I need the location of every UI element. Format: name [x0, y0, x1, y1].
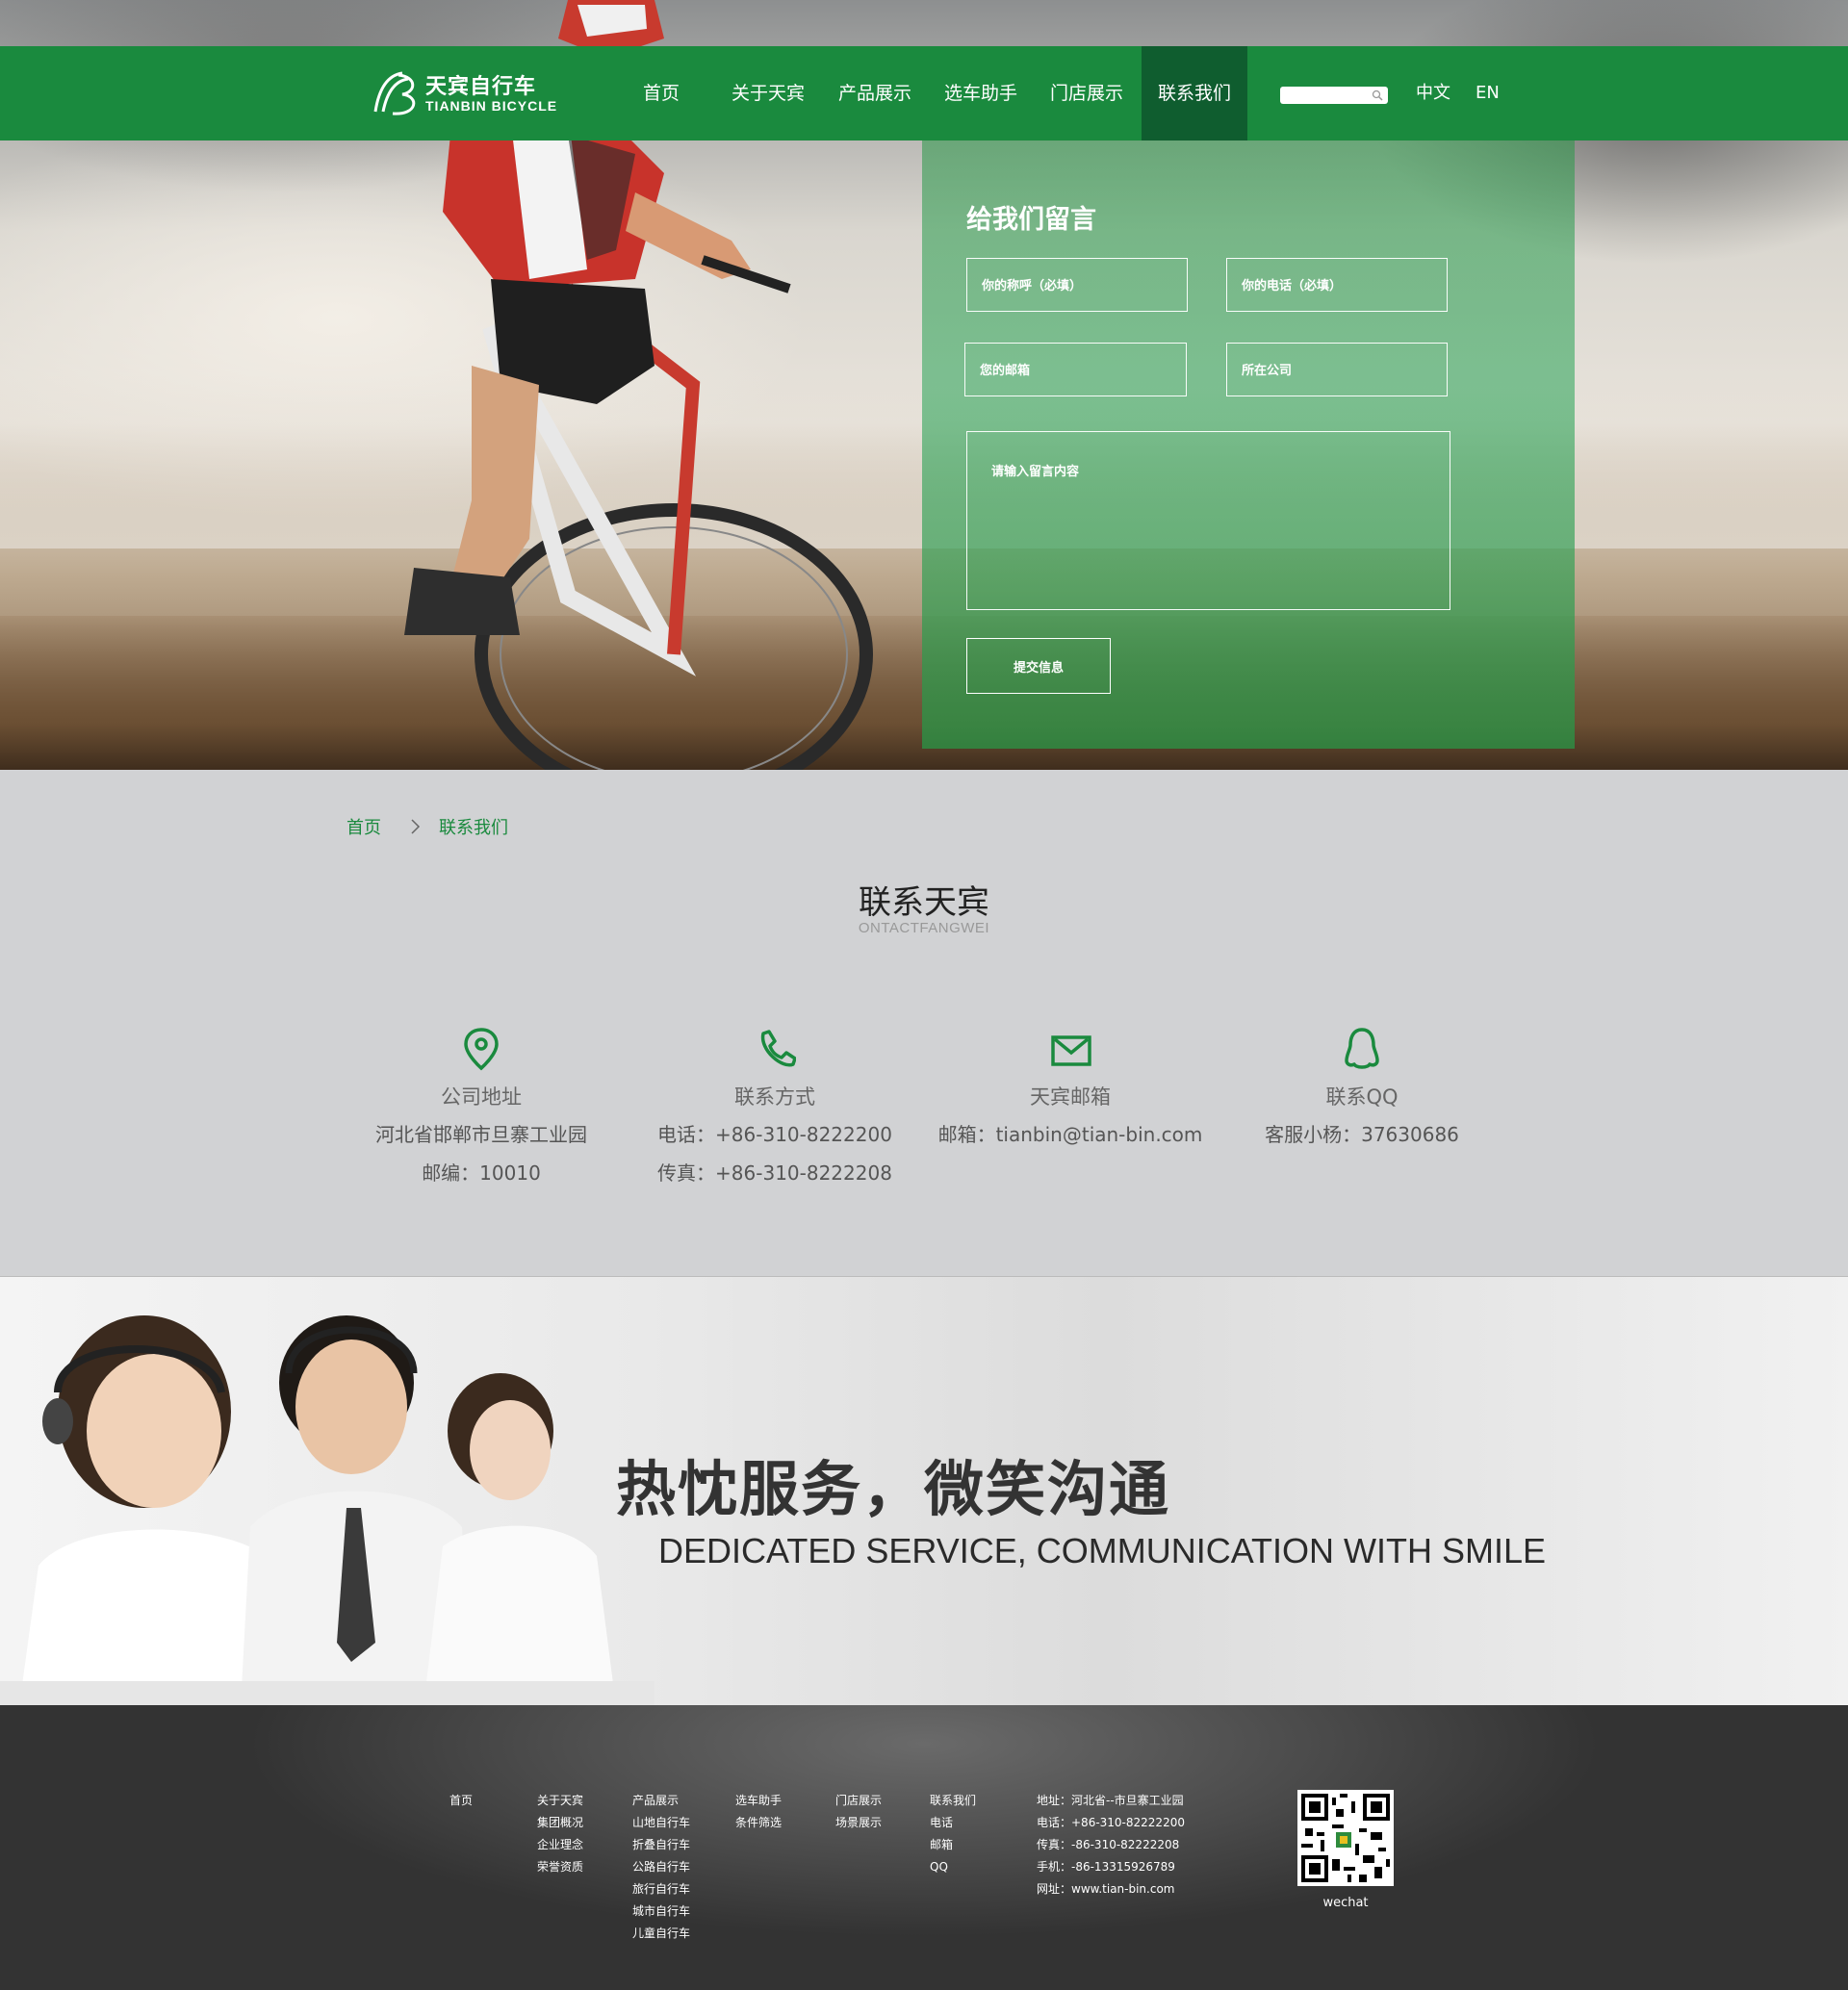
- contact-card-email: 天宾邮箱 邮箱：tianbin@tian-bin.com: [916, 1026, 1224, 1149]
- footer-column-bike-guide: 选车助手 条件筛选: [735, 1790, 782, 1834]
- site-logo[interactable]: 天宾自行车 TIANBIN BICYCLE: [370, 67, 581, 119]
- message-form-panel: 给我们留言 提交信息: [922, 140, 1575, 749]
- footer-column-home: 首页: [449, 1790, 473, 1812]
- footer: 首页 关于天宾 集团概况 企业理念 荣誉资质 产品展示 山地自行车 折叠自行车 …: [0, 1705, 1848, 1990]
- phone-input[interactable]: [1227, 259, 1447, 311]
- footer-link[interactable]: 儿童自行车: [632, 1923, 690, 1945]
- contact-section: 首页 联系我们 联系天宾 ONTACTFANGWEI 公司地址 河北省邯郸市旦寨…: [0, 770, 1848, 1276]
- service-banner: 热忱服务，微笑沟通 DEDICATED SERVICE, COMMUNICATI…: [0, 1276, 1848, 1705]
- footer-link[interactable]: 集团概况: [537, 1812, 583, 1834]
- nav-item-about[interactable]: 关于天宾: [718, 46, 818, 140]
- section-title: 联系天宾: [859, 883, 989, 922]
- footer-link[interactable]: 条件筛选: [735, 1812, 782, 1834]
- message-field-wrapper: [966, 431, 1450, 610]
- company-input[interactable]: [1227, 344, 1447, 395]
- card-title: 联系方式: [734, 1085, 815, 1109]
- card-line: 客服小杨：37630686: [1265, 1123, 1459, 1146]
- qr-code-icon: [1301, 1794, 1390, 1882]
- chevron-right-icon: [411, 819, 421, 834]
- footer-link[interactable]: QQ: [930, 1856, 976, 1878]
- banner-headline-en: DEDICATED SERVICE, COMMUNICATION WITH SM…: [658, 1531, 1547, 1570]
- card-line: 电话：+86-310-8222200: [657, 1123, 892, 1146]
- contact-card-qq: 联系QQ 客服小杨：37630686: [1208, 1026, 1516, 1149]
- footer-link[interactable]: 首页: [449, 1790, 473, 1812]
- lang-switch-cn[interactable]: 中文: [1416, 46, 1450, 140]
- search-box: [1280, 87, 1388, 104]
- phone-field-wrapper: [1226, 258, 1448, 312]
- footer-column-stores: 门店展示 场景展示: [835, 1790, 882, 1834]
- logo-text-cn: 天宾自行车: [425, 75, 537, 99]
- nav-item-stores[interactable]: 门店展示: [1037, 46, 1137, 140]
- footer-contact-line: 地址：河北省--市旦寨工业园: [1037, 1794, 1184, 1807]
- footer-link[interactable]: 联系我们: [930, 1790, 976, 1812]
- footer-contact-line: 传真：-86-310-82222208: [1037, 1838, 1180, 1851]
- card-line: 邮编：10010: [422, 1161, 541, 1185]
- nav-item-home[interactable]: 首页: [626, 46, 697, 140]
- footer-link[interactable]: 关于天宾: [537, 1790, 583, 1812]
- location-pin-icon: [464, 1028, 499, 1071]
- nav-item-products[interactable]: 产品展示: [825, 46, 925, 140]
- footer-link[interactable]: 门店展示: [835, 1790, 882, 1812]
- footer-column-products: 产品展示 山地自行车 折叠自行车 公路自行车 旅行自行车 城市自行车 儿童自行车: [632, 1790, 690, 1945]
- footer-link[interactable]: 荣誉资质: [537, 1856, 583, 1878]
- breadcrumb-home[interactable]: 首页: [346, 814, 381, 839]
- email-field-wrapper: [964, 343, 1187, 396]
- footer-contact-line[interactable]: 网址：www.tian-bin.com: [1037, 1878, 1185, 1901]
- footer-link[interactable]: 邮箱: [930, 1834, 976, 1856]
- footer-link[interactable]: 选车助手: [735, 1790, 782, 1812]
- footer-link[interactable]: 场景展示: [835, 1812, 882, 1834]
- nav-item-bike-guide[interactable]: 选车助手: [931, 46, 1031, 140]
- qq-icon: [1345, 1028, 1379, 1069]
- card-title: 天宾邮箱: [1030, 1085, 1111, 1109]
- nav-item-contact[interactable]: 联系我们: [1142, 46, 1247, 140]
- card-line: 邮箱：tianbin@tian-bin.com: [937, 1123, 1203, 1146]
- card-title: 联系QQ: [1325, 1085, 1399, 1109]
- footer-link[interactable]: 公路自行车: [632, 1856, 690, 1878]
- footer-link[interactable]: 城市自行车: [632, 1901, 690, 1923]
- breadcrumb-current[interactable]: 联系我们: [439, 814, 508, 839]
- submit-button[interactable]: 提交信息: [966, 638, 1111, 694]
- email-input[interactable]: [965, 344, 1186, 395]
- form-title: 给我们留言: [966, 205, 1096, 235]
- company-field-wrapper: [1226, 343, 1448, 396]
- mail-icon: [1051, 1035, 1091, 1066]
- footer-link[interactable]: 企业理念: [537, 1834, 583, 1856]
- footer-column-about: 关于天宾 集团概况 企业理念 荣誉资质: [537, 1790, 583, 1878]
- footer-link[interactable]: 电话: [930, 1812, 976, 1834]
- footer-link[interactable]: 旅行自行车: [632, 1878, 690, 1901]
- lang-switch-en[interactable]: EN: [1476, 46, 1500, 140]
- top-navigation: 天宾自行车 TIANBIN BICYCLE 首页 关于天宾 产品展示 选车助手 …: [0, 46, 1848, 140]
- card-line: 传真：+86-310-8222208: [657, 1161, 892, 1185]
- contact-card-address: 公司地址 河北省邯郸市旦寨工业园 邮编：10010: [327, 1026, 635, 1187]
- section-subtitle: ONTACTFANGWEI: [858, 920, 990, 936]
- message-textarea[interactable]: [967, 432, 1450, 609]
- search-icon[interactable]: [1372, 89, 1383, 101]
- wechat-qr-code: [1297, 1790, 1394, 1886]
- name-field-wrapper: [966, 258, 1188, 312]
- contact-card-phone: 联系方式 电话：+86-310-8222200 传真：+86-310-82222…: [621, 1026, 929, 1187]
- logo-mark-icon: [373, 71, 416, 115]
- card-line: 河北省邯郸市旦寨工业园: [375, 1123, 587, 1146]
- card-title: 公司地址: [441, 1085, 522, 1109]
- footer-link[interactable]: 山地自行车: [632, 1812, 690, 1834]
- qr-label: wechat: [1322, 1896, 1369, 1910]
- footer-contact-line: 手机：-86-13315926789: [1037, 1860, 1175, 1874]
- search-input[interactable]: [1286, 88, 1371, 103]
- footer-link[interactable]: 产品展示: [632, 1790, 690, 1812]
- footer-link[interactable]: 折叠自行车: [632, 1834, 690, 1856]
- banner-headline-cn: 热忱服务，微笑沟通: [616, 1454, 1171, 1524]
- footer-column-contact: 联系我们 电话 邮箱 QQ: [930, 1790, 976, 1878]
- logo-text-en: TIANBIN BICYCLE: [425, 98, 558, 114]
- customer-service-team-illustration: [0, 1315, 654, 1705]
- phone-icon: [760, 1030, 796, 1067]
- footer-contact-line: 电话：+86-310-82222200: [1037, 1816, 1185, 1829]
- name-input[interactable]: [967, 259, 1187, 311]
- footer-contact-info: 地址：河北省--市旦寨工业园 电话：+86-310-82222200 传真：-8…: [1037, 1790, 1185, 1901]
